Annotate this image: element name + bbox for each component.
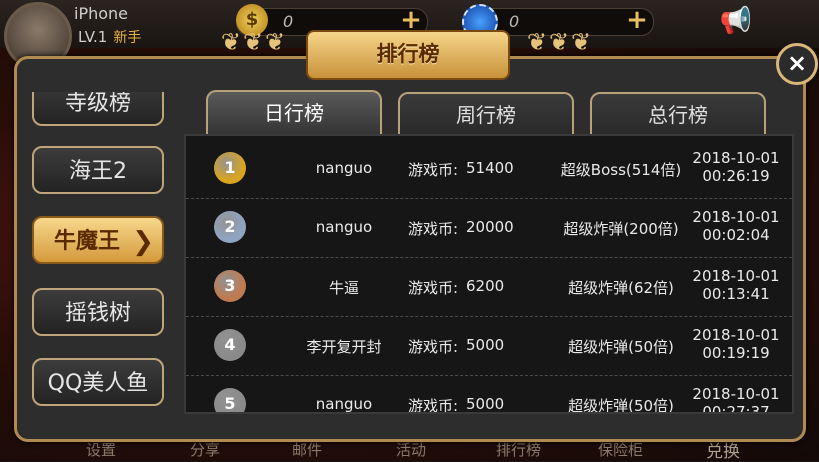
nav-share[interactable]: 分享	[190, 439, 220, 460]
megaphone-icon[interactable]: 📢	[718, 6, 754, 36]
player-name: nanguo	[315, 159, 373, 177]
table-row: 4 李开复开封 游戏币: 5000 超级炸弹(50倍) 2018-10-01 00…	[186, 317, 792, 376]
coin-label: 游戏币:	[408, 279, 459, 297]
category-label: 海王2	[69, 159, 127, 184]
record-time: 00:26:19	[702, 167, 770, 185]
record-time: 00:27:37	[702, 403, 770, 414]
record-date: 2018-10-01	[692, 149, 780, 167]
coin-value: 51400	[466, 159, 514, 177]
dialog-title: 排行榜	[376, 42, 440, 66]
record-date: 2018-10-01	[692, 385, 780, 403]
ranking-table[interactable]: 1 nanguo 游戏币: 51400 超级Boss(514倍) 2018-10…	[184, 134, 794, 414]
table-row: 5 nanguo 游戏币: 5000 超级炸弹(50倍) 2018-10-01 0…	[186, 376, 792, 414]
record-date: 2018-10-01	[692, 267, 780, 285]
prize-text: 超级炸弹(62倍)	[568, 279, 674, 297]
record-time: 00:19:19	[702, 344, 770, 362]
nav-settings[interactable]: 设置	[86, 439, 116, 460]
bronze-medal-icon: 3	[214, 270, 246, 302]
coin-value: 5000	[466, 336, 505, 354]
record-datetime: 2018-10-01 00:26:19	[686, 149, 786, 185]
category-label: 牛魔王	[54, 229, 121, 254]
player-name: 李开复开封	[306, 338, 382, 356]
prize-text: 超级Boss(514倍)	[560, 161, 682, 179]
silver-medal-icon: 2	[214, 211, 246, 243]
coin-label: 游戏币:	[408, 338, 459, 356]
tab-total[interactable]: 总行榜	[590, 92, 766, 134]
nav-events[interactable]: 活动	[396, 439, 426, 460]
category-item[interactable]: 海王2	[32, 146, 164, 194]
nav-mail[interactable]: 邮件	[292, 439, 322, 460]
player-name: nanguo	[315, 218, 373, 236]
record-date: 2018-10-01	[692, 326, 780, 344]
username: iPhone	[74, 4, 129, 23]
table-row: 2 nanguo 游戏币: 20000 超级炸弹(200倍) 2018-10-0…	[186, 199, 792, 258]
coin-label: 游戏币:	[408, 220, 459, 238]
coin-value: 5000	[466, 395, 505, 413]
category-item[interactable]: QQ美人鱼	[32, 358, 164, 406]
rank-tag: 新手	[113, 30, 142, 46]
record-time: 00:02:04	[702, 226, 770, 244]
category-item[interactable]: 摇钱树	[32, 288, 164, 336]
record-datetime: 2018-10-01 00:02:04	[686, 208, 786, 244]
table-row: 1 nanguo 游戏币: 51400 超级Boss(514倍) 2018-10…	[186, 140, 792, 199]
add-diamond-button[interactable]: +	[624, 7, 650, 34]
coin-value: 6200	[466, 277, 505, 295]
user-level: LV.1 新手	[78, 27, 141, 47]
record-time: 00:13:41	[702, 285, 770, 303]
tab-weekly[interactable]: 周行榜	[398, 92, 574, 134]
record-datetime: 2018-10-01 00:19:19	[686, 326, 786, 362]
coin-value: 20000	[466, 218, 514, 236]
dialog-title-banner: 排行榜	[306, 30, 510, 80]
left-ornament: ❦❦❦	[220, 28, 288, 56]
category-label: 寺级榜	[64, 92, 131, 116]
nav-leaderboard[interactable]: 排行榜	[496, 439, 541, 460]
level-text: LV.1	[78, 28, 108, 46]
category-label: 摇钱树	[64, 301, 131, 326]
table-row: 3 牛逼 游戏币: 6200 超级炸弹(62倍) 2018-10-01 00:13…	[186, 258, 792, 317]
category-item-active[interactable]: 牛魔王 ❯	[32, 216, 164, 264]
coin-label: 游戏币:	[408, 161, 459, 179]
prize-text: 超级炸弹(50倍)	[568, 397, 674, 414]
record-date: 2018-10-01	[692, 208, 780, 226]
rank-badge-icon: 5	[214, 388, 246, 412]
nav-safe[interactable]: 保险柜	[598, 439, 643, 460]
close-button[interactable]: ×	[776, 43, 818, 85]
rank-badge-icon: 4	[214, 329, 246, 361]
right-ornament: ❦❦❦	[526, 28, 594, 56]
record-datetime: 2018-10-01 00:27:37	[686, 385, 786, 414]
coin-label: 游戏币:	[408, 397, 459, 414]
record-datetime: 2018-10-01 00:13:41	[686, 267, 786, 303]
prize-text: 超级炸弹(200倍)	[563, 220, 679, 238]
gold-medal-icon: 1	[214, 152, 246, 184]
player-name: nanguo	[315, 395, 373, 413]
prize-text: 超级炸弹(50倍)	[568, 338, 674, 356]
player-name: 牛逼	[328, 279, 359, 297]
category-item[interactable]: 寺级榜	[32, 92, 164, 126]
chevron-right-icon: ❯	[132, 227, 154, 257]
tab-daily[interactable]: 日行榜	[206, 90, 382, 136]
category-label: QQ美人鱼	[47, 371, 149, 396]
category-list[interactable]: 寺级榜 海王2 牛魔王 ❯ 摇钱树 QQ美人鱼	[16, 92, 174, 410]
